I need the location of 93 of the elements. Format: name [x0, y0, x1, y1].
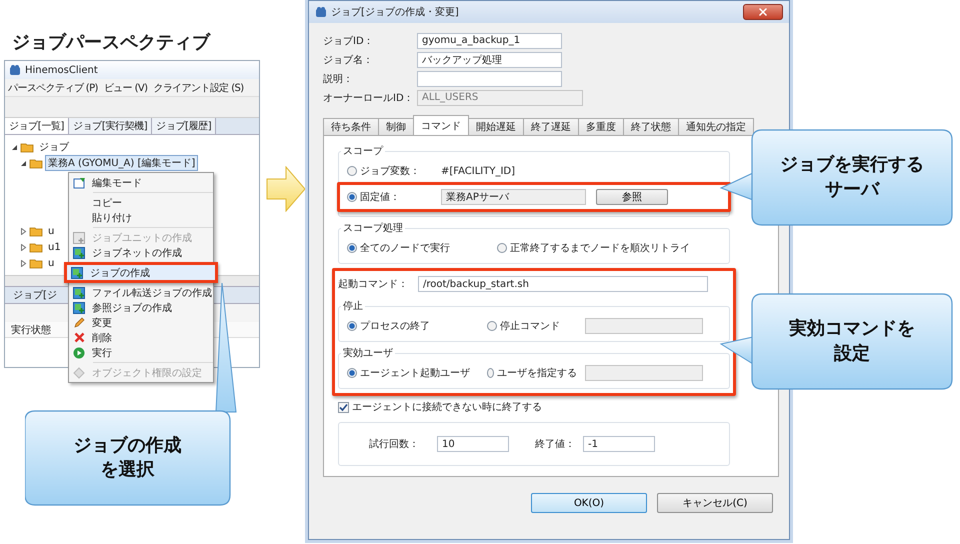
folder-icon	[29, 258, 43, 268]
tree-item[interactable]: ジョブ	[36, 139, 72, 155]
tree-item[interactable]: u	[45, 224, 58, 238]
app-icon	[315, 6, 327, 18]
tree-item[interactable]: 業務A (GYOMU_A) [編集モード]	[45, 155, 198, 171]
menu-item[interactable]: 貼り付け	[69, 210, 213, 225]
menu-item[interactable]: ビュー (V)	[104, 80, 148, 94]
field-label: 説明：	[323, 72, 354, 86]
expander-icon[interactable]	[11, 144, 18, 150]
tab[interactable]: 多重度	[578, 118, 624, 135]
play-icon	[73, 346, 85, 358]
view-tab[interactable]: ジョブ[一覧]	[5, 118, 70, 134]
text-field[interactable]: /root/backup_start.sh	[418, 276, 708, 292]
menu-item[interactable]: クライアント設定 (S)	[153, 80, 244, 94]
tab[interactable]: 制御	[378, 118, 414, 135]
field-label: 終了値：	[535, 438, 576, 451]
text-field[interactable]: バックアップ処理	[417, 52, 562, 68]
field-label: 起動コマンド：	[338, 278, 409, 291]
group-title: スコープ処理	[342, 222, 404, 235]
tab[interactable]: コマンド	[413, 115, 469, 135]
tree-item[interactable]: u	[45, 256, 58, 270]
folder-icon	[20, 142, 34, 152]
app-icon	[9, 64, 21, 76]
expander-icon[interactable]	[20, 228, 27, 234]
menu-item[interactable]: 変更	[69, 315, 213, 330]
cancel-button[interactable]: キャンセル(C)	[657, 493, 773, 513]
field-label: 試行回数：	[369, 438, 420, 451]
menu-item[interactable]: ファイル転送ジョブの作成	[69, 285, 213, 300]
radio-button[interactable]: ユーザを指定する	[487, 366, 577, 380]
dialog-title: ジョブ[ジョブの作成・変更]	[331, 6, 459, 19]
slide-title: ジョブパースペクティブ	[12, 31, 212, 54]
radio-button[interactable]: エージェント起動ユーザ	[347, 366, 487, 380]
field-label: ジョブ名：	[323, 54, 374, 66]
group-title: スコープ	[342, 144, 384, 158]
text-field[interactable]: 10	[437, 436, 509, 452]
menu-item[interactable]: 削除	[69, 330, 213, 345]
checkbox[interactable]: エージェントに接続できない時に終了する	[338, 396, 730, 418]
menu-item[interactable]: パースペクティブ (P)	[8, 80, 98, 94]
radio-button[interactable]: ジョブ変数：	[347, 164, 441, 178]
expander-icon[interactable]	[20, 160, 27, 166]
tab[interactable]: 終了状態	[623, 118, 679, 135]
text-field[interactable]: gyomu_a_backup_1	[417, 32, 562, 48]
text-field[interactable]: 業務APサーバ	[441, 189, 586, 205]
folder-icon	[29, 226, 43, 236]
tab[interactable]: 終了遅延	[523, 118, 579, 135]
text-field[interactable]: -1	[583, 436, 655, 452]
callout-text: ジョブの作成 を選択	[74, 434, 182, 482]
add-icon	[73, 302, 85, 314]
menu-item[interactable]: 編集モード	[69, 175, 213, 190]
window-title: HinemosClient	[25, 64, 98, 76]
ok-button[interactable]: OK(O)	[531, 493, 647, 513]
add-icon	[73, 286, 85, 298]
menu-item[interactable]: ジョブの作成	[67, 265, 215, 280]
view-tab[interactable]: ジョブ[実行契機]	[69, 118, 152, 134]
pencil-icon	[73, 316, 85, 328]
field-label: ジョブID：	[323, 34, 375, 48]
tab[interactable]: 待ち条件	[323, 118, 379, 135]
tree-item[interactable]: u1	[45, 240, 64, 254]
callout-text: 実効コマンドを 設定	[789, 317, 915, 366]
menu-item[interactable]: ジョブネットの作成	[69, 245, 213, 260]
check-icon	[339, 402, 348, 412]
text-field[interactable]	[417, 70, 562, 86]
menu-item[interactable]: 参照ジョブの作成	[69, 300, 213, 315]
folder-icon	[29, 158, 43, 168]
group-title: 停止	[342, 300, 364, 313]
close-button[interactable]	[743, 4, 783, 20]
tab[interactable]: 通知先の指定	[678, 118, 754, 135]
column-header: 実行状態	[11, 324, 51, 336]
group-title: 実効ユーザ	[342, 346, 394, 360]
field-label: オーナーロールID：	[323, 92, 415, 104]
browse-button[interactable]: 参照	[596, 189, 668, 205]
delete-icon	[74, 332, 84, 343]
radio-button[interactable]: 停止コマンド	[487, 319, 577, 333]
add-icon	[73, 232, 85, 244]
close-icon	[757, 6, 769, 18]
value-text: #[FACILITY_ID]	[441, 166, 515, 176]
radio-button[interactable]: 固定値：	[347, 190, 441, 204]
add-icon	[73, 246, 85, 258]
expander-icon[interactable]	[20, 244, 27, 250]
view-tab[interactable]: ジョブ[ジ	[13, 288, 57, 302]
arrow-icon	[266, 166, 306, 212]
menu-item[interactable]: コピー	[69, 195, 213, 210]
callout-text: ジョブを実行する サーバ	[780, 153, 924, 202]
menu-item[interactable]: 実行	[69, 345, 213, 360]
view-tab[interactable]: ジョブ[履歴]	[152, 118, 216, 134]
folder-icon	[29, 242, 43, 252]
window-icon	[72, 176, 86, 188]
radio-button[interactable]: 全てのノードで実行	[347, 241, 497, 255]
radio-button[interactable]: プロセスの終了	[347, 319, 487, 333]
radio-button[interactable]: 正常終了するまでノードを順次リトライ	[497, 241, 690, 255]
add-icon	[71, 266, 83, 278]
tab[interactable]: 開始遅延	[468, 118, 524, 135]
expander-icon[interactable]	[20, 260, 27, 266]
